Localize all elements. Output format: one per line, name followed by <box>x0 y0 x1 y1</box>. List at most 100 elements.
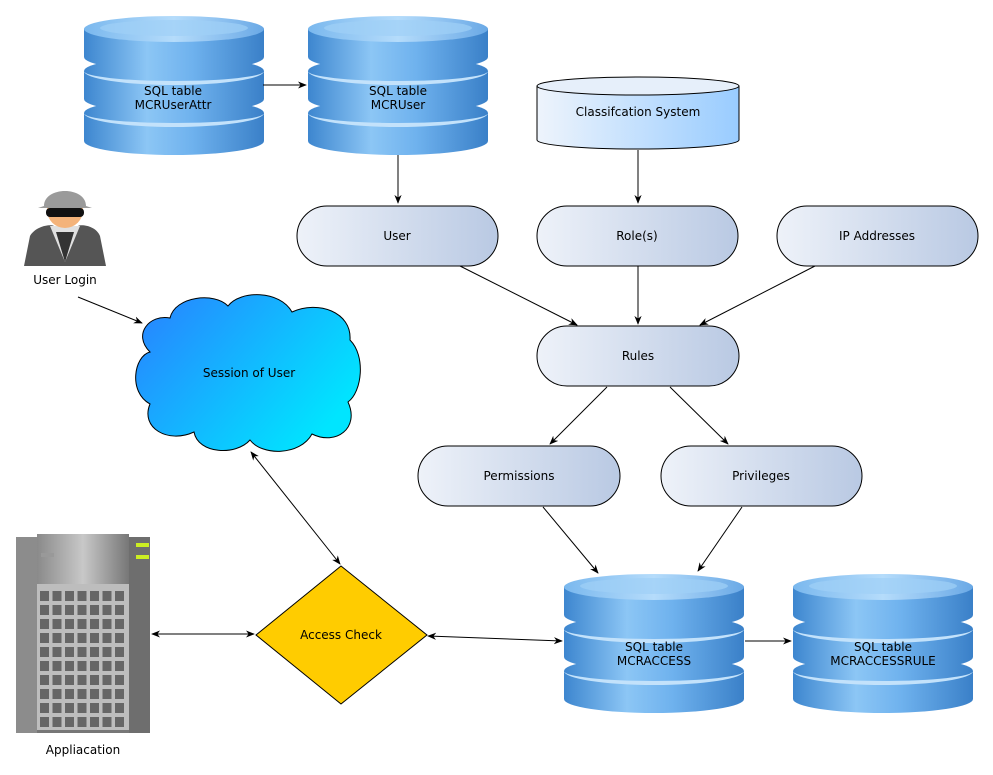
db-label-line2: MCRACCESSRULE <box>830 654 936 668</box>
server-vent <box>102 689 112 699</box>
server-vent <box>115 591 124 601</box>
server-vent <box>40 703 49 713</box>
server-vent <box>52 703 62 713</box>
server-vent <box>52 647 62 657</box>
node-label: Permissions <box>484 469 555 483</box>
server-vent <box>90 703 99 713</box>
server-vent <box>102 605 112 615</box>
node-rules: Rules <box>536 325 740 387</box>
server-vent <box>77 605 87 615</box>
server-vent <box>90 591 99 601</box>
server-vent <box>90 689 99 699</box>
user-login-icon <box>24 191 106 266</box>
server-vent <box>40 633 49 643</box>
server-vent <box>102 661 112 671</box>
server-vent <box>90 605 99 615</box>
server-vent <box>52 717 62 727</box>
server-vent <box>52 661 62 671</box>
server-vent <box>65 647 74 657</box>
node-user: User <box>296 205 499 267</box>
server-vent <box>65 605 74 615</box>
user-login-label: User Login <box>33 273 97 287</box>
node-roles: Role(s) <box>536 205 739 267</box>
arrow-check-access <box>427 632 563 645</box>
server-vent <box>77 661 87 671</box>
node-privileges: Privileges <box>660 445 863 507</box>
server-vent <box>102 675 112 685</box>
server-vent <box>102 703 112 713</box>
server-vent <box>90 675 99 685</box>
arrow-rules-to-privileges <box>669 386 729 445</box>
server-vent <box>115 661 124 671</box>
server-vent <box>65 619 74 629</box>
server-vent <box>65 633 74 643</box>
server-vent <box>40 605 49 615</box>
access-diagram: SQL table MCRUserAttr SQL table MCRUser … <box>16 0 979 757</box>
server-vent <box>65 591 74 601</box>
db-label-line2: MCRUser <box>371 98 425 112</box>
server-vent <box>65 717 74 727</box>
server-vent <box>90 633 99 643</box>
server-vent <box>90 647 99 657</box>
server-vent <box>52 633 62 643</box>
server-vent <box>102 591 112 601</box>
server-vent <box>52 675 62 685</box>
session-label: Session of User <box>203 366 295 380</box>
server-vent <box>115 619 124 629</box>
access-check-label: Access Check <box>300 628 382 642</box>
server-vent <box>90 619 99 629</box>
server-vent <box>77 703 87 713</box>
server-vent <box>77 619 87 629</box>
server-vent <box>77 647 87 657</box>
server-icon <box>16 534 150 733</box>
server-vent <box>40 619 49 629</box>
db-label-line1: SQL table <box>144 84 202 98</box>
arrow-rules-to-permissions <box>549 386 608 445</box>
server-vent <box>77 689 87 699</box>
arrow-privileges-to-access <box>697 506 743 572</box>
server-vent <box>40 675 49 685</box>
server-vent <box>65 675 74 685</box>
server-vent <box>40 717 49 727</box>
server-vent <box>40 661 49 671</box>
server-vent <box>52 689 62 699</box>
arrow-ip-to-rules <box>699 265 816 326</box>
server-vent <box>115 675 124 685</box>
db-label-line1: SQL table <box>369 84 427 98</box>
db-label-line2: MCRUserAttr <box>135 98 212 112</box>
session-cloud: Session of User <box>135 294 361 452</box>
server-vent <box>115 717 124 727</box>
classification-system: Classifcation System <box>536 76 740 150</box>
node-permissions: Permissions <box>417 445 621 507</box>
arrow-permissions-to-access <box>542 506 599 574</box>
application-label: Appliacation <box>46 743 120 757</box>
db-mcraccessrule: SQL table MCRACCESSRULE <box>793 574 973 713</box>
arrow-login-to-session <box>77 296 143 324</box>
db-mcruser: SQL table MCRUser <box>308 16 488 155</box>
db-label-line2: MCRACCESS <box>617 654 691 668</box>
server-vent <box>40 689 49 699</box>
server-vent <box>115 633 124 643</box>
server-vent <box>40 647 49 657</box>
node-label: Role(s) <box>616 229 657 243</box>
server-vent <box>65 703 74 713</box>
db-mcraccess: SQL table MCRACCESS <box>564 574 744 713</box>
server-vent <box>52 591 62 601</box>
server-vent <box>102 633 112 643</box>
server-vent <box>77 633 87 643</box>
server-vent <box>102 619 112 629</box>
access-check-diamond: Access Check <box>255 565 428 705</box>
server-vent <box>90 717 99 727</box>
server-vent <box>65 661 74 671</box>
server-vent <box>102 647 112 657</box>
node-label: Privileges <box>732 469 790 483</box>
server-vent <box>65 689 74 699</box>
node-label: IP Addresses <box>839 229 915 243</box>
server-vent <box>52 605 62 615</box>
server-vent <box>40 591 49 601</box>
server-vent <box>115 605 124 615</box>
server-vent <box>90 661 99 671</box>
arrow-session-check <box>250 451 341 565</box>
node-label: Rules <box>622 349 654 363</box>
server-vent <box>115 703 124 713</box>
